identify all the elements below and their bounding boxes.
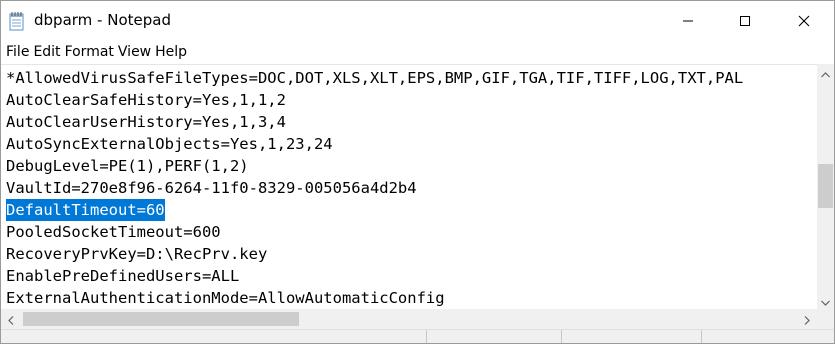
notepad-icon[interactable] — [9, 11, 25, 31]
status-divider — [426, 330, 427, 343]
scroll-up-button[interactable] — [817, 64, 834, 81]
editor-line[interactable]: *AllowedVirusSafeFileTypes=DOC,DOT,XLS,X… — [6, 67, 743, 89]
horizontal-scroll-thumb[interactable] — [23, 312, 299, 326]
title-bar[interactable]: dbparm - Notepad — [1, 1, 834, 41]
editor-line[interactable]: ExternalAuthenticationMode=AllowAutomati… — [6, 287, 445, 309]
editor-line[interactable]: VaultId=270e8f96-6264-11f0-8329-005056a4… — [6, 177, 417, 199]
scroll-right-button[interactable] — [797, 309, 817, 329]
chevron-right-icon — [804, 310, 810, 329]
vertical-scrollbar[interactable] — [817, 64, 834, 309]
editor-line-selected[interactable]: DefaultTimeout=60 — [6, 199, 165, 221]
menu-format[interactable]: Format — [63, 41, 116, 63]
editor-line[interactable]: DebugLevel=PE(1),PERF(1,2) — [6, 155, 249, 177]
status-divider — [701, 330, 702, 343]
menu-bar: File Edit Format View Help — [1, 41, 834, 63]
status-bar — [1, 329, 834, 343]
notepad-window: dbparm - Notepad File Edit Format View H… — [0, 0, 835, 344]
scroll-down-button[interactable] — [817, 292, 834, 309]
editor-line[interactable]: AutoSyncExternalObjects=Yes,1,23,24 — [6, 133, 333, 155]
maximize-button[interactable] — [722, 1, 768, 41]
editor-line[interactable]: AutoClearUserHistory=Yes,1,3,4 — [6, 111, 286, 133]
minimize-button[interactable] — [665, 1, 711, 41]
menu-file[interactable]: File — [1, 41, 31, 63]
menu-edit[interactable]: Edit — [31, 41, 62, 63]
text-editor[interactable]: *AllowedVirusSafeFileTypes=DOC,DOT,XLS,X… — [1, 64, 817, 310]
close-icon — [798, 12, 810, 31]
menu-view[interactable]: View — [116, 41, 153, 63]
editor-line[interactable]: EnablePreDefinedUsers=ALL — [6, 265, 239, 287]
chevron-left-icon — [8, 310, 14, 329]
editor-line[interactable]: AutoClearSafeHistory=Yes,1,1,2 — [6, 89, 286, 111]
editor-line[interactable]: RecoveryPrvKey=D:\RecPrv.key — [6, 243, 267, 265]
window-title: dbparm - Notepad — [34, 11, 171, 29]
minimize-icon — [682, 12, 694, 31]
chevron-down-icon — [821, 291, 830, 310]
menu-help[interactable]: Help — [153, 41, 189, 63]
chevron-up-icon — [821, 63, 830, 82]
close-button[interactable] — [781, 1, 827, 41]
editor-line[interactable]: PooledSocketTimeout=600 — [6, 221, 221, 243]
scroll-left-button[interactable] — [1, 309, 21, 329]
scrollbar-corner — [817, 309, 834, 329]
status-divider — [561, 330, 562, 343]
maximize-icon — [739, 12, 751, 31]
horizontal-scrollbar[interactable] — [1, 309, 817, 329]
vertical-scroll-thumb[interactable] — [818, 164, 833, 208]
